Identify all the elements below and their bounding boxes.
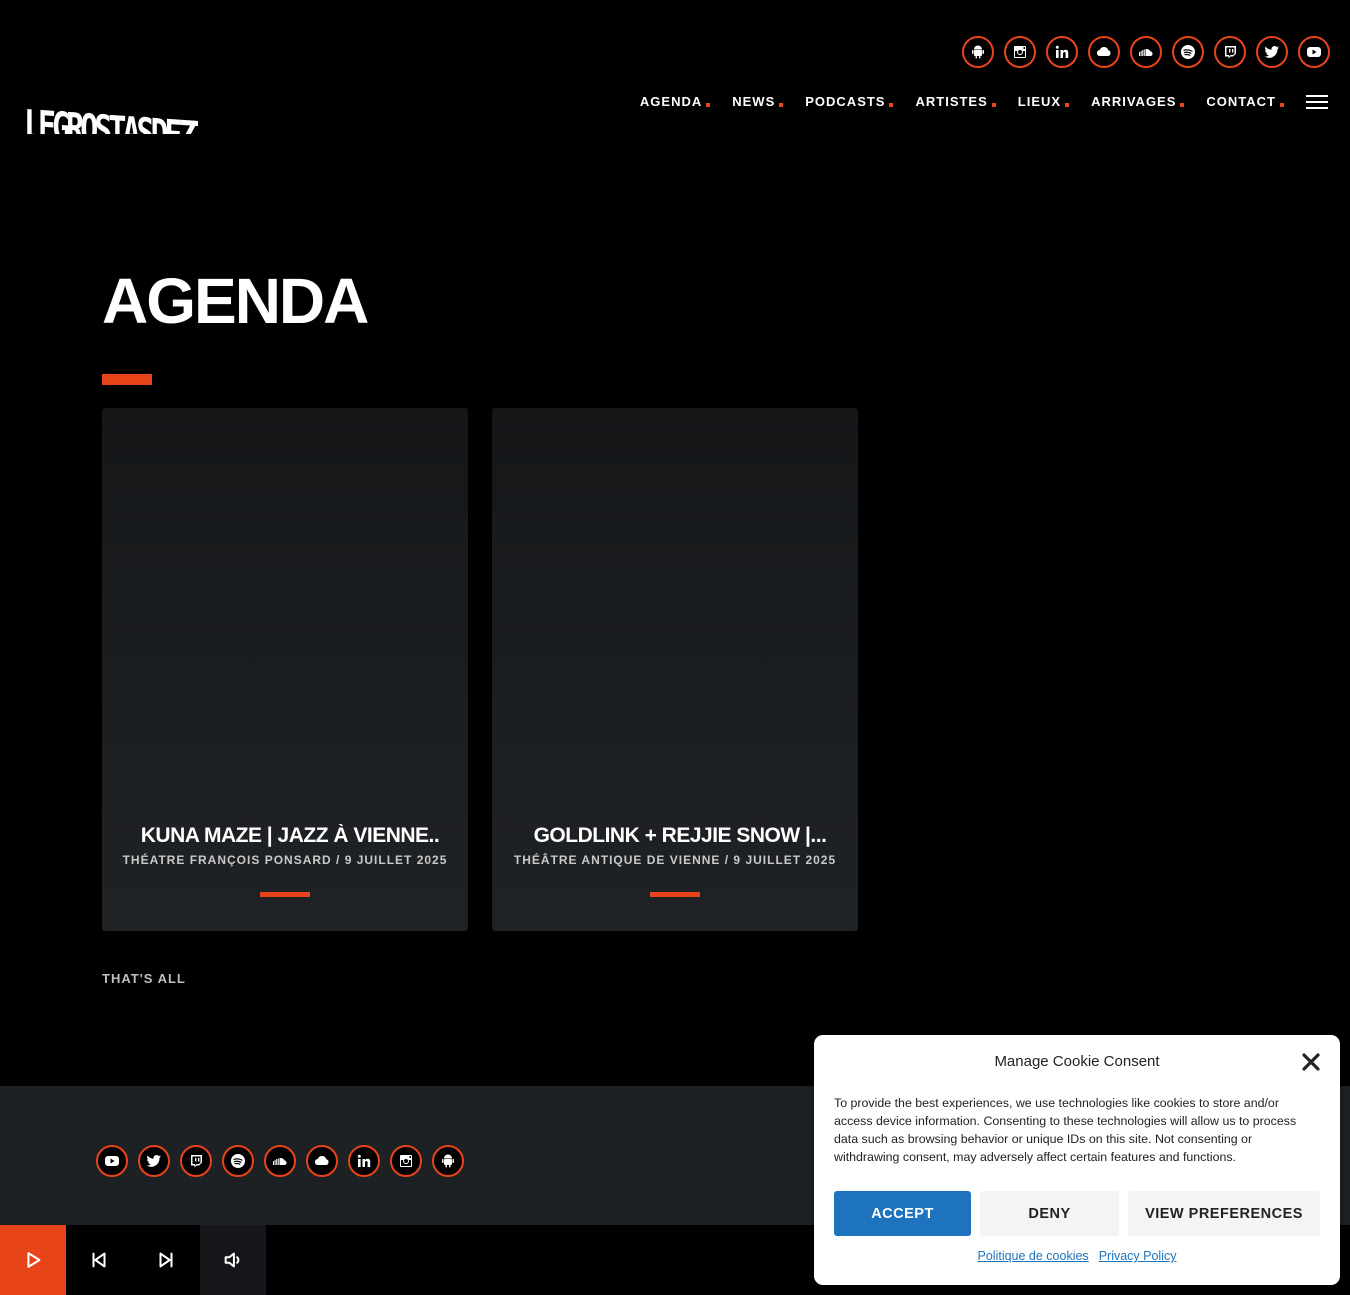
event-card[interactable]: GOLDLINK + REJJIE SNOW |... THÉÂTRE ANTI… — [492, 408, 858, 931]
nav-artistes[interactable]: ARTISTES — [915, 94, 997, 109]
nav-agenda[interactable]: AGENDA — [640, 94, 711, 109]
site-logo[interactable]: LEGROSTASDEZIK — [22, 68, 225, 163]
twitter-icon[interactable] — [1256, 36, 1288, 68]
volume-button[interactable] — [200, 1225, 266, 1295]
card-accent-bar — [650, 892, 700, 897]
card-accent-bar — [260, 892, 310, 897]
event-title[interactable]: GOLDLINK + REJJIE SNOW |... — [510, 824, 850, 848]
cookie-consent-dialog: Manage Cookie Consent To provide the bes… — [814, 1035, 1340, 1285]
nav-podcasts[interactable]: PODCASTS — [805, 94, 894, 109]
skip-back-icon — [92, 1252, 106, 1268]
accept-button[interactable]: ACCEPT — [834, 1191, 971, 1236]
main-nav: AGENDA NEWS PODCASTS ARTISTES LIEUX ARRI… — [640, 94, 1328, 109]
event-card[interactable]: KUNA MAZE | JAZZ À VIENNE.. THÉATRE FRAN… — [102, 408, 468, 931]
page-title: AGENDA — [102, 265, 369, 337]
android-icon[interactable] — [962, 36, 994, 68]
linkedin-icon[interactable] — [1046, 36, 1078, 68]
twitch-icon[interactable] — [1214, 36, 1246, 68]
privacy-policy-link[interactable]: Privacy Policy — [1099, 1249, 1177, 1263]
soundcloud-icon[interactable] — [1130, 36, 1162, 68]
logo-text: LEGROSTASDEZIK — [24, 102, 198, 134]
play-button[interactable] — [0, 1225, 66, 1295]
cookie-links: Politique de cookies Privacy Policy — [814, 1249, 1340, 1263]
mixcloud-icon[interactable] — [306, 1145, 338, 1177]
volume-icon — [224, 1252, 240, 1268]
instagram-icon[interactable] — [390, 1145, 422, 1177]
twitch-icon[interactable] — [180, 1145, 212, 1177]
hamburger-menu-icon[interactable] — [1306, 94, 1328, 109]
close-icon[interactable] — [1300, 1051, 1322, 1073]
skip-forward-icon — [159, 1252, 173, 1268]
nav-arrivages[interactable]: ARRIVAGES — [1091, 94, 1185, 109]
event-list: KUNA MAZE | JAZZ À VIENNE.. THÉATRE FRAN… — [102, 408, 858, 931]
cookie-policy-link[interactable]: Politique de cookies — [978, 1249, 1089, 1263]
instagram-icon[interactable] — [1004, 36, 1036, 68]
linkedin-icon[interactable] — [348, 1145, 380, 1177]
youtube-icon[interactable] — [1298, 36, 1330, 68]
nav-lieux[interactable]: LIEUX — [1018, 94, 1070, 109]
youtube-icon[interactable] — [96, 1145, 128, 1177]
play-icon — [27, 1252, 41, 1268]
cookie-description: To provide the best experiences, we use … — [834, 1096, 1297, 1164]
footer-social-links — [96, 1145, 464, 1177]
event-title[interactable]: KUNA MAZE | JAZZ À VIENNE.. — [120, 824, 460, 848]
android-icon[interactable] — [432, 1145, 464, 1177]
header-social-links — [962, 36, 1330, 68]
spotify-icon[interactable] — [222, 1145, 254, 1177]
end-of-list-text: THAT'S ALL — [102, 971, 186, 986]
title-underline — [102, 374, 152, 385]
twitter-icon[interactable] — [138, 1145, 170, 1177]
next-track-button[interactable] — [133, 1225, 199, 1295]
mixcloud-icon[interactable] — [1088, 36, 1120, 68]
nav-contact[interactable]: CONTACT — [1206, 94, 1284, 109]
previous-track-button[interactable] — [66, 1225, 132, 1295]
view-preferences-button[interactable]: VIEW PREFERENCES — [1128, 1191, 1320, 1236]
cookie-dialog-title: Manage Cookie Consent — [994, 1053, 1160, 1070]
logo-wordmark: LEGROSTASDEZIK — [24, 102, 225, 163]
nav-news[interactable]: NEWS — [732, 94, 784, 109]
event-venue-date: THÉÂTRE ANTIQUE DE VIENNE / 9 JUILLET 20… — [513, 853, 837, 867]
event-venue-date: THÉATRE FRANÇOIS PONSARD / 9 JUILLET 202… — [122, 853, 448, 867]
soundcloud-icon[interactable] — [264, 1145, 296, 1177]
spotify-icon[interactable] — [1172, 36, 1204, 68]
deny-button[interactable]: DENY — [980, 1191, 1119, 1236]
